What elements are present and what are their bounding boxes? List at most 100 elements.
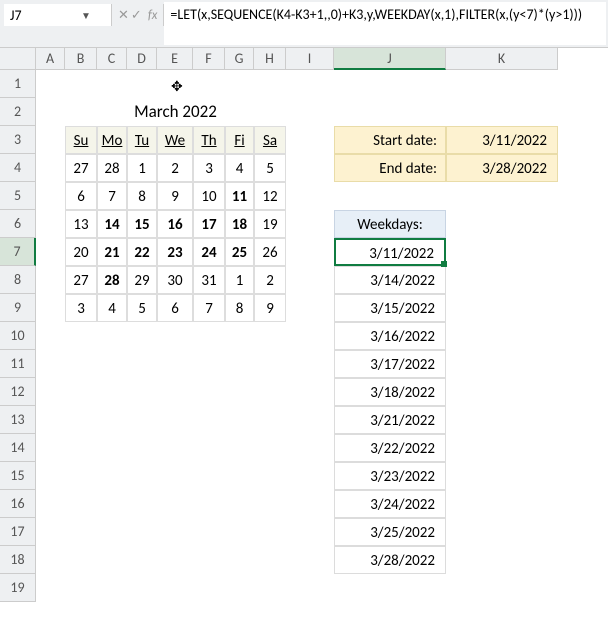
col-header-F[interactable]: F (193, 48, 225, 70)
col-header-H[interactable]: H (254, 48, 286, 70)
col-header-E[interactable]: E (157, 48, 193, 70)
calendar-cell: 7 (97, 182, 127, 210)
weekday-cell[interactable]: 3/17/2022 (334, 350, 446, 378)
calendar-cell: 5 (127, 294, 157, 322)
calendar-cell: 29 (127, 266, 157, 294)
row-header-18[interactable]: 18 (0, 546, 36, 574)
weekday-cell[interactable]: 3/14/2022 (334, 266, 446, 294)
row-header-9[interactable]: 9 (0, 294, 36, 322)
cancel-icon[interactable]: ✕ (118, 8, 129, 23)
start-date-value[interactable]: 3/11/2022 (446, 126, 558, 154)
col-header-I[interactable]: I (286, 48, 334, 70)
calendar-cell: 23 (157, 238, 193, 266)
row-header-4[interactable]: 4 (0, 154, 36, 182)
calendar-cell: 20 (65, 238, 97, 266)
calendar-cell: 9 (254, 294, 286, 322)
col-header-K[interactable]: K (446, 48, 558, 70)
calendar-cell: 8 (127, 182, 157, 210)
row-header-8[interactable]: 8 (0, 266, 36, 294)
calendar-dayhead-Tu: Tu (127, 126, 157, 154)
calendar-cell: 9 (157, 182, 193, 210)
calendar-cell: 2 (254, 266, 286, 294)
row-header-17[interactable]: 17 (0, 518, 36, 546)
col-header-C[interactable]: C (97, 48, 127, 70)
calendar-dayhead-Mo: Mo (97, 126, 127, 154)
col-header-B[interactable]: B (65, 48, 97, 70)
row-header-7[interactable]: 7 (0, 238, 36, 266)
name-box[interactable]: ▼ (4, 4, 112, 26)
calendar-cell: 30 (157, 266, 193, 294)
calendar-dayhead-We: We (157, 126, 193, 154)
cursor-icon: ✥ (171, 78, 183, 95)
calendar-cell: 2 (157, 154, 193, 182)
calendar-cell: 16 (157, 210, 193, 238)
col-header-J[interactable]: J (334, 48, 446, 70)
formula-bar: ▼ ✕ ✓ fx =LET(x,SEQUENCE(K4-K3+1,,0)+K3,… (0, 0, 608, 48)
row-header-14[interactable]: 14 (0, 434, 36, 462)
end-date-label: End date: (334, 154, 446, 182)
calendar-cell: 19 (254, 210, 286, 238)
calendar-cell: 28 (97, 266, 127, 294)
row-header-1[interactable]: 1 (0, 70, 36, 98)
calendar-cell: 27 (65, 266, 97, 294)
calendar-cell: 3 (65, 294, 97, 322)
calendar-cell: 26 (254, 238, 286, 266)
calendar-cell: 1 (225, 266, 254, 294)
calendar-cell: 1 (127, 154, 157, 182)
row-header-5[interactable]: 5 (0, 182, 36, 210)
row-header-2[interactable]: 2 (0, 98, 36, 126)
col-header-A[interactable]: A (36, 48, 65, 70)
calendar-cell: 4 (225, 154, 254, 182)
fx-icon[interactable]: fx (144, 8, 158, 23)
row-header-11[interactable]: 11 (0, 350, 36, 378)
chevron-down-icon[interactable]: ▼ (74, 9, 98, 22)
row-header-10[interactable]: 10 (0, 322, 36, 350)
weekday-cell[interactable]: 3/15/2022 (334, 294, 446, 322)
calendar-cell: 6 (65, 182, 97, 210)
row-header-15[interactable]: 15 (0, 462, 36, 490)
calendar-cell: 4 (97, 294, 127, 322)
start-date-label: Start date: (334, 126, 446, 154)
row-header-13[interactable]: 13 (0, 406, 36, 434)
col-header-D[interactable]: D (127, 48, 157, 70)
weekday-cell[interactable]: 3/23/2022 (334, 462, 446, 490)
calendar-cell: 7 (193, 294, 225, 322)
calendar-cell: 22 (127, 238, 157, 266)
col-header-G[interactable]: G (225, 48, 254, 70)
calendar-dayhead-Fi: Fi (225, 126, 254, 154)
calendar-cell: 24 (193, 238, 225, 266)
name-box-input[interactable] (4, 7, 74, 24)
formula-input[interactable]: =LET(x,SEQUENCE(K4-K3+1,,0)+K3,y,WEEKDAY… (164, 2, 606, 45)
weekday-cell[interactable]: 3/18/2022 (334, 378, 446, 406)
weekday-cell[interactable]: 3/28/2022 (334, 546, 446, 574)
calendar-cell: 31 (193, 266, 225, 294)
calendar-cell: 17 (193, 210, 225, 238)
row-header-3[interactable]: 3 (0, 126, 36, 154)
calendar-dayhead-Su: Su (65, 126, 97, 154)
select-all-corner[interactable] (0, 48, 36, 70)
calendar-cell: 25 (225, 238, 254, 266)
weekday-cell[interactable]: 3/11/2022 (334, 238, 446, 266)
weekday-cell[interactable]: 3/22/2022 (334, 434, 446, 462)
end-date-value[interactable]: 3/28/2022 (446, 154, 558, 182)
row-header-19[interactable]: 19 (0, 574, 36, 602)
calendar-title: March 2022 (65, 98, 286, 126)
calendar-cell: 3 (193, 154, 225, 182)
row-header-16[interactable]: 16 (0, 490, 36, 518)
weekday-cell[interactable]: 3/24/2022 (334, 490, 446, 518)
calendar-cell: 13 (65, 210, 97, 238)
row-header-12[interactable]: 12 (0, 378, 36, 406)
spreadsheet-grid[interactable]: ✥ ABCDEFGHIJK123456789101112131415161718… (0, 48, 608, 602)
calendar-cell: 10 (193, 182, 225, 210)
calendar-cell: 8 (225, 294, 254, 322)
weekday-cell[interactable]: 3/16/2022 (334, 322, 446, 350)
accept-icon[interactable]: ✓ (131, 8, 142, 23)
calendar-cell: 28 (97, 154, 127, 182)
calendar-cell: 14 (97, 210, 127, 238)
row-header-6[interactable]: 6 (0, 210, 36, 238)
weekday-cell[interactable]: 3/21/2022 (334, 406, 446, 434)
calendar-cell: 12 (254, 182, 286, 210)
weekday-cell[interactable]: 3/25/2022 (334, 518, 446, 546)
calendar-cell: 6 (157, 294, 193, 322)
calendar-cell: 11 (225, 182, 254, 210)
